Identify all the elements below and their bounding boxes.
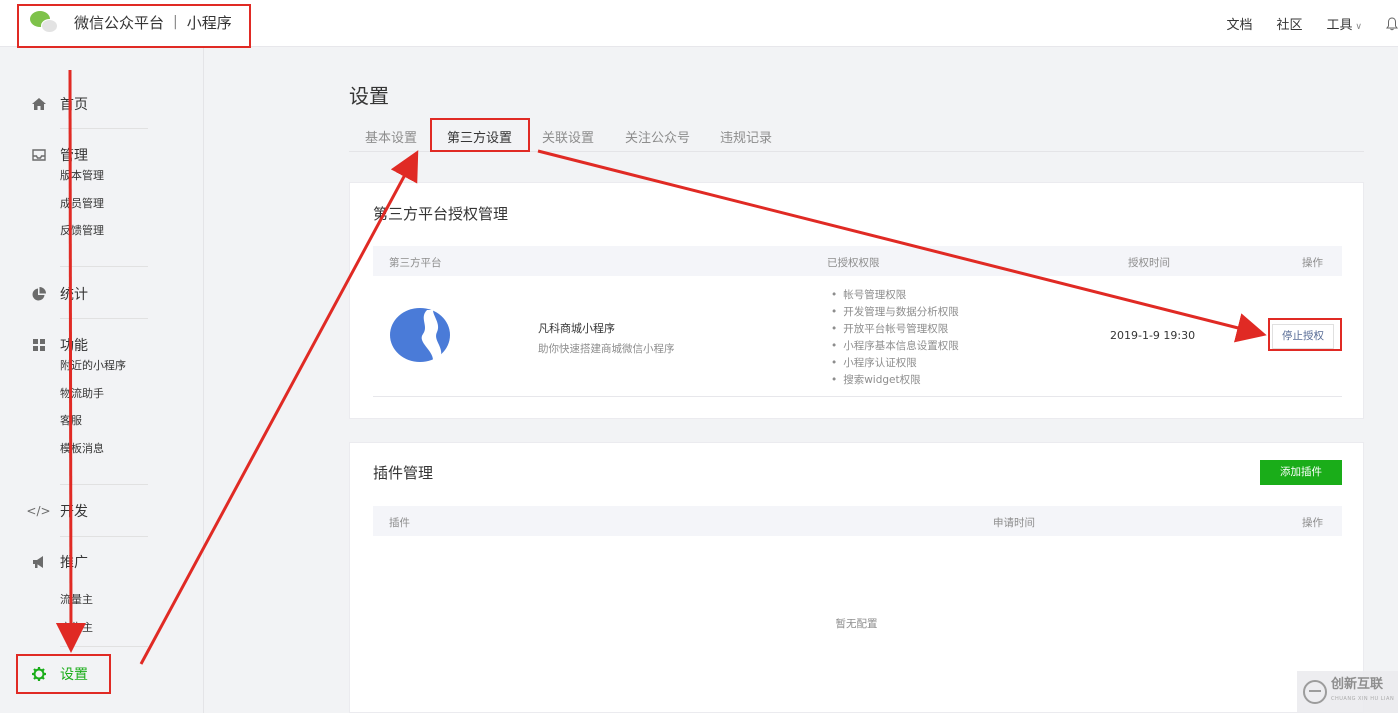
column-header: 第三方平台 bbox=[389, 257, 442, 269]
add-plugin-button[interactable]: 添加插件 bbox=[1260, 460, 1342, 485]
sidebar-divider bbox=[60, 646, 148, 647]
sidebar-subitem-template[interactable]: 模板消息 bbox=[30, 435, 148, 463]
page-title: 设置 bbox=[349, 84, 389, 108]
tab-follow-account[interactable]: 关注公众号 bbox=[625, 127, 690, 146]
watermark-text: 创新互联 bbox=[1331, 677, 1384, 692]
grid-icon bbox=[30, 337, 47, 354]
sidebar-group-promote: 推广 流量主 广告主 bbox=[30, 550, 148, 641]
column-header: 操作 bbox=[1302, 257, 1323, 269]
annotation-box-settings bbox=[16, 654, 111, 694]
annotation-box-brand bbox=[17, 4, 251, 48]
column-header: 操作 bbox=[1302, 517, 1323, 529]
plugins-card: 插件管理 添加插件 插件 申请时间 操作 暂无配置 bbox=[349, 442, 1364, 713]
sidebar-divider bbox=[60, 484, 148, 485]
tools-dropdown[interactable]: 工具 bbox=[1327, 14, 1362, 33]
list-item: 开放平台帐号管理权限 bbox=[831, 321, 959, 338]
home-icon bbox=[30, 96, 47, 113]
list-item: 帐号管理权限 bbox=[831, 287, 959, 304]
docs-link[interactable]: 文档 bbox=[1227, 14, 1253, 33]
sidebar-divider bbox=[60, 266, 148, 267]
list-item: 搜索widget权限 bbox=[831, 372, 959, 389]
third-party-table-header: 第三方平台 已授权权限 授权时间 操作 bbox=[373, 246, 1342, 276]
code-icon: </> bbox=[26, 504, 51, 518]
sidebar-group-manage: 管理 版本管理 成员管理 反馈管理 bbox=[30, 143, 148, 245]
bell-icon[interactable] bbox=[1386, 16, 1398, 31]
watermark-subtext: CHUANG XIN HU LIAN bbox=[1331, 696, 1395, 702]
platform-logo-icon bbox=[390, 308, 450, 362]
megaphone-icon bbox=[30, 554, 47, 571]
sidebar-subitem-nearby[interactable]: 附近的小程序 bbox=[30, 352, 148, 380]
inbox-icon bbox=[30, 147, 47, 164]
sidebar-subitem-service[interactable]: 客服 bbox=[30, 407, 148, 435]
sidebar-group-features: 功能 附近的小程序 物流助手 客服 模板消息 bbox=[30, 333, 148, 462]
sidebar-item-dev[interactable]: </> 开发 bbox=[26, 499, 148, 523]
sidebar-subitem-feedback[interactable]: 反馈管理 bbox=[30, 217, 148, 245]
tab-related[interactable]: 关联设置 bbox=[542, 127, 594, 146]
sidebar-item-label: 开发 bbox=[60, 504, 88, 520]
column-header: 已授权权限 bbox=[827, 257, 880, 269]
plugins-title: 插件管理 bbox=[373, 464, 434, 482]
sidebar-item-stats[interactable]: 统计 bbox=[30, 282, 148, 306]
pie-chart-icon bbox=[30, 286, 47, 303]
row-divider bbox=[373, 396, 1342, 397]
sidebar-item-label: 推广 bbox=[60, 555, 88, 571]
app-name: 凡科商城小程序 bbox=[538, 322, 615, 335]
sidebar-item-home[interactable]: 首页 bbox=[30, 92, 148, 116]
third-party-card: 第三方平台授权管理 第三方平台 已授权权限 授权时间 操作 凡科商城小程序 助你… bbox=[349, 182, 1364, 419]
sidebar-item-label: 统计 bbox=[60, 287, 88, 303]
sidebar-subitem-logistics[interactable]: 物流助手 bbox=[30, 380, 148, 408]
column-header: 申请时间 bbox=[993, 517, 1035, 529]
permission-list: 帐号管理权限 开发管理与数据分析权限 开放平台帐号管理权限 小程序基本信息设置权… bbox=[831, 287, 959, 389]
column-header: 插件 bbox=[389, 517, 410, 529]
app-description: 助你快速搭建商城微信小程序 bbox=[538, 343, 675, 355]
community-link[interactable]: 社区 bbox=[1277, 14, 1303, 33]
third-party-title: 第三方平台授权管理 bbox=[373, 205, 509, 223]
tab-violations[interactable]: 违规记录 bbox=[720, 127, 772, 146]
list-item: 小程序基本信息设置权限 bbox=[831, 338, 959, 355]
watermark-logo-icon bbox=[1303, 680, 1327, 704]
list-item: 开发管理与数据分析权限 bbox=[831, 304, 959, 321]
sidebar-divider bbox=[60, 318, 148, 319]
sidebar-item-label: 首页 bbox=[60, 97, 88, 113]
annotation-box-stop bbox=[1268, 318, 1342, 351]
sidebar-item-promote[interactable]: 推广 bbox=[30, 550, 148, 574]
watermark: 创新互联 CHUANG XIN HU LIAN bbox=[1297, 671, 1398, 713]
authorization-time: 2019-1-9 19:30 bbox=[1110, 329, 1196, 342]
column-header: 授权时间 bbox=[1128, 257, 1170, 269]
sidebar-divider bbox=[60, 536, 148, 537]
annotation-box-tab bbox=[430, 118, 530, 152]
sidebar-divider bbox=[60, 128, 148, 129]
top-nav: 文档 社区 工具 bbox=[1227, 0, 1398, 47]
empty-state-text: 暂无配置 bbox=[835, 618, 878, 630]
sidebar-subitem-advertiser[interactable]: 广告主 bbox=[30, 614, 148, 642]
sidebar-subitem-versions[interactable]: 版本管理 bbox=[30, 162, 148, 190]
plugins-table-header: 插件 申请时间 操作 bbox=[373, 506, 1342, 536]
sidebar-subitem-traffic[interactable]: 流量主 bbox=[30, 586, 148, 614]
tab-basic[interactable]: 基本设置 bbox=[365, 127, 417, 146]
sidebar-subitem-members[interactable]: 成员管理 bbox=[30, 190, 148, 218]
list-item: 小程序认证权限 bbox=[831, 355, 959, 372]
